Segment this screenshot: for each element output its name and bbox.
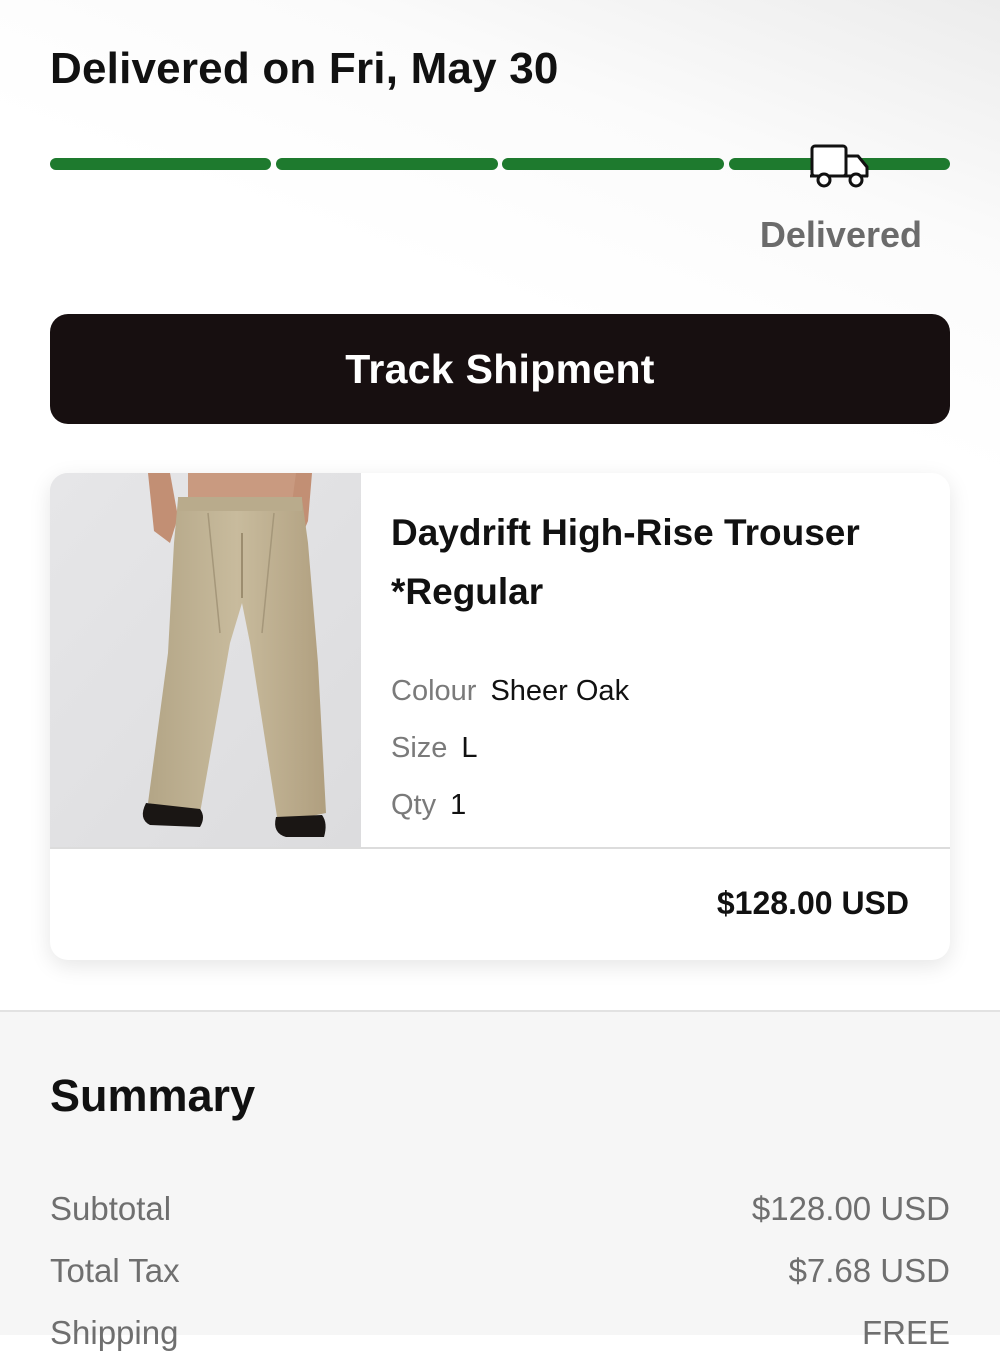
delivery-title: Delivered on Fri, May 30 (50, 44, 559, 93)
order-status-section: Delivered on Fri, May 30 Delivered Track… (0, 0, 1000, 1010)
product-name[interactable]: Daydrift High-Rise Trouser *Regular (391, 503, 911, 621)
summary-label: Subtotal (50, 1190, 172, 1227)
size-row: Size L (391, 732, 478, 765)
colour-row: Colour Sheer Oak (391, 675, 629, 708)
product-image[interactable] (50, 473, 361, 848)
summary-value: FREE (861, 1314, 950, 1351)
progress-segment (502, 158, 724, 170)
track-shipment-button[interactable]: Track Shipment (50, 314, 950, 424)
order-summary-section: Summary Subtotal $128.00 USD Total Tax $… (0, 1010, 1000, 1351)
progress-segment (276, 158, 498, 170)
size-label: Size (391, 732, 448, 764)
summary-value: $128.00 USD (751, 1190, 950, 1227)
order-item-card: Daydrift High-Rise Trouser *Regular Colo… (50, 473, 950, 960)
summary-row-tax: Total Tax $7.68 USD (50, 1252, 950, 1290)
qty-label: Qty (391, 789, 437, 821)
colour-value: Sheer Oak (490, 675, 630, 707)
truck-icon (810, 144, 869, 188)
summary-row-subtotal: Subtotal $128.00 USD (50, 1190, 950, 1228)
card-divider (50, 847, 950, 849)
progress-segment (50, 158, 271, 170)
item-price: $128.00 USD (716, 885, 909, 921)
summary-label: Total Tax (50, 1252, 180, 1289)
summary-title: Summary (50, 1070, 256, 1121)
qty-value: 1 (450, 789, 467, 821)
qty-row: Qty 1 (391, 789, 466, 822)
summary-value: $7.68 USD (788, 1252, 950, 1289)
colour-label: Colour (391, 675, 477, 707)
delivery-status-label: Delivered (759, 214, 922, 255)
summary-row-shipping: Shipping FREE (50, 1314, 950, 1352)
size-value: L (461, 732, 478, 764)
